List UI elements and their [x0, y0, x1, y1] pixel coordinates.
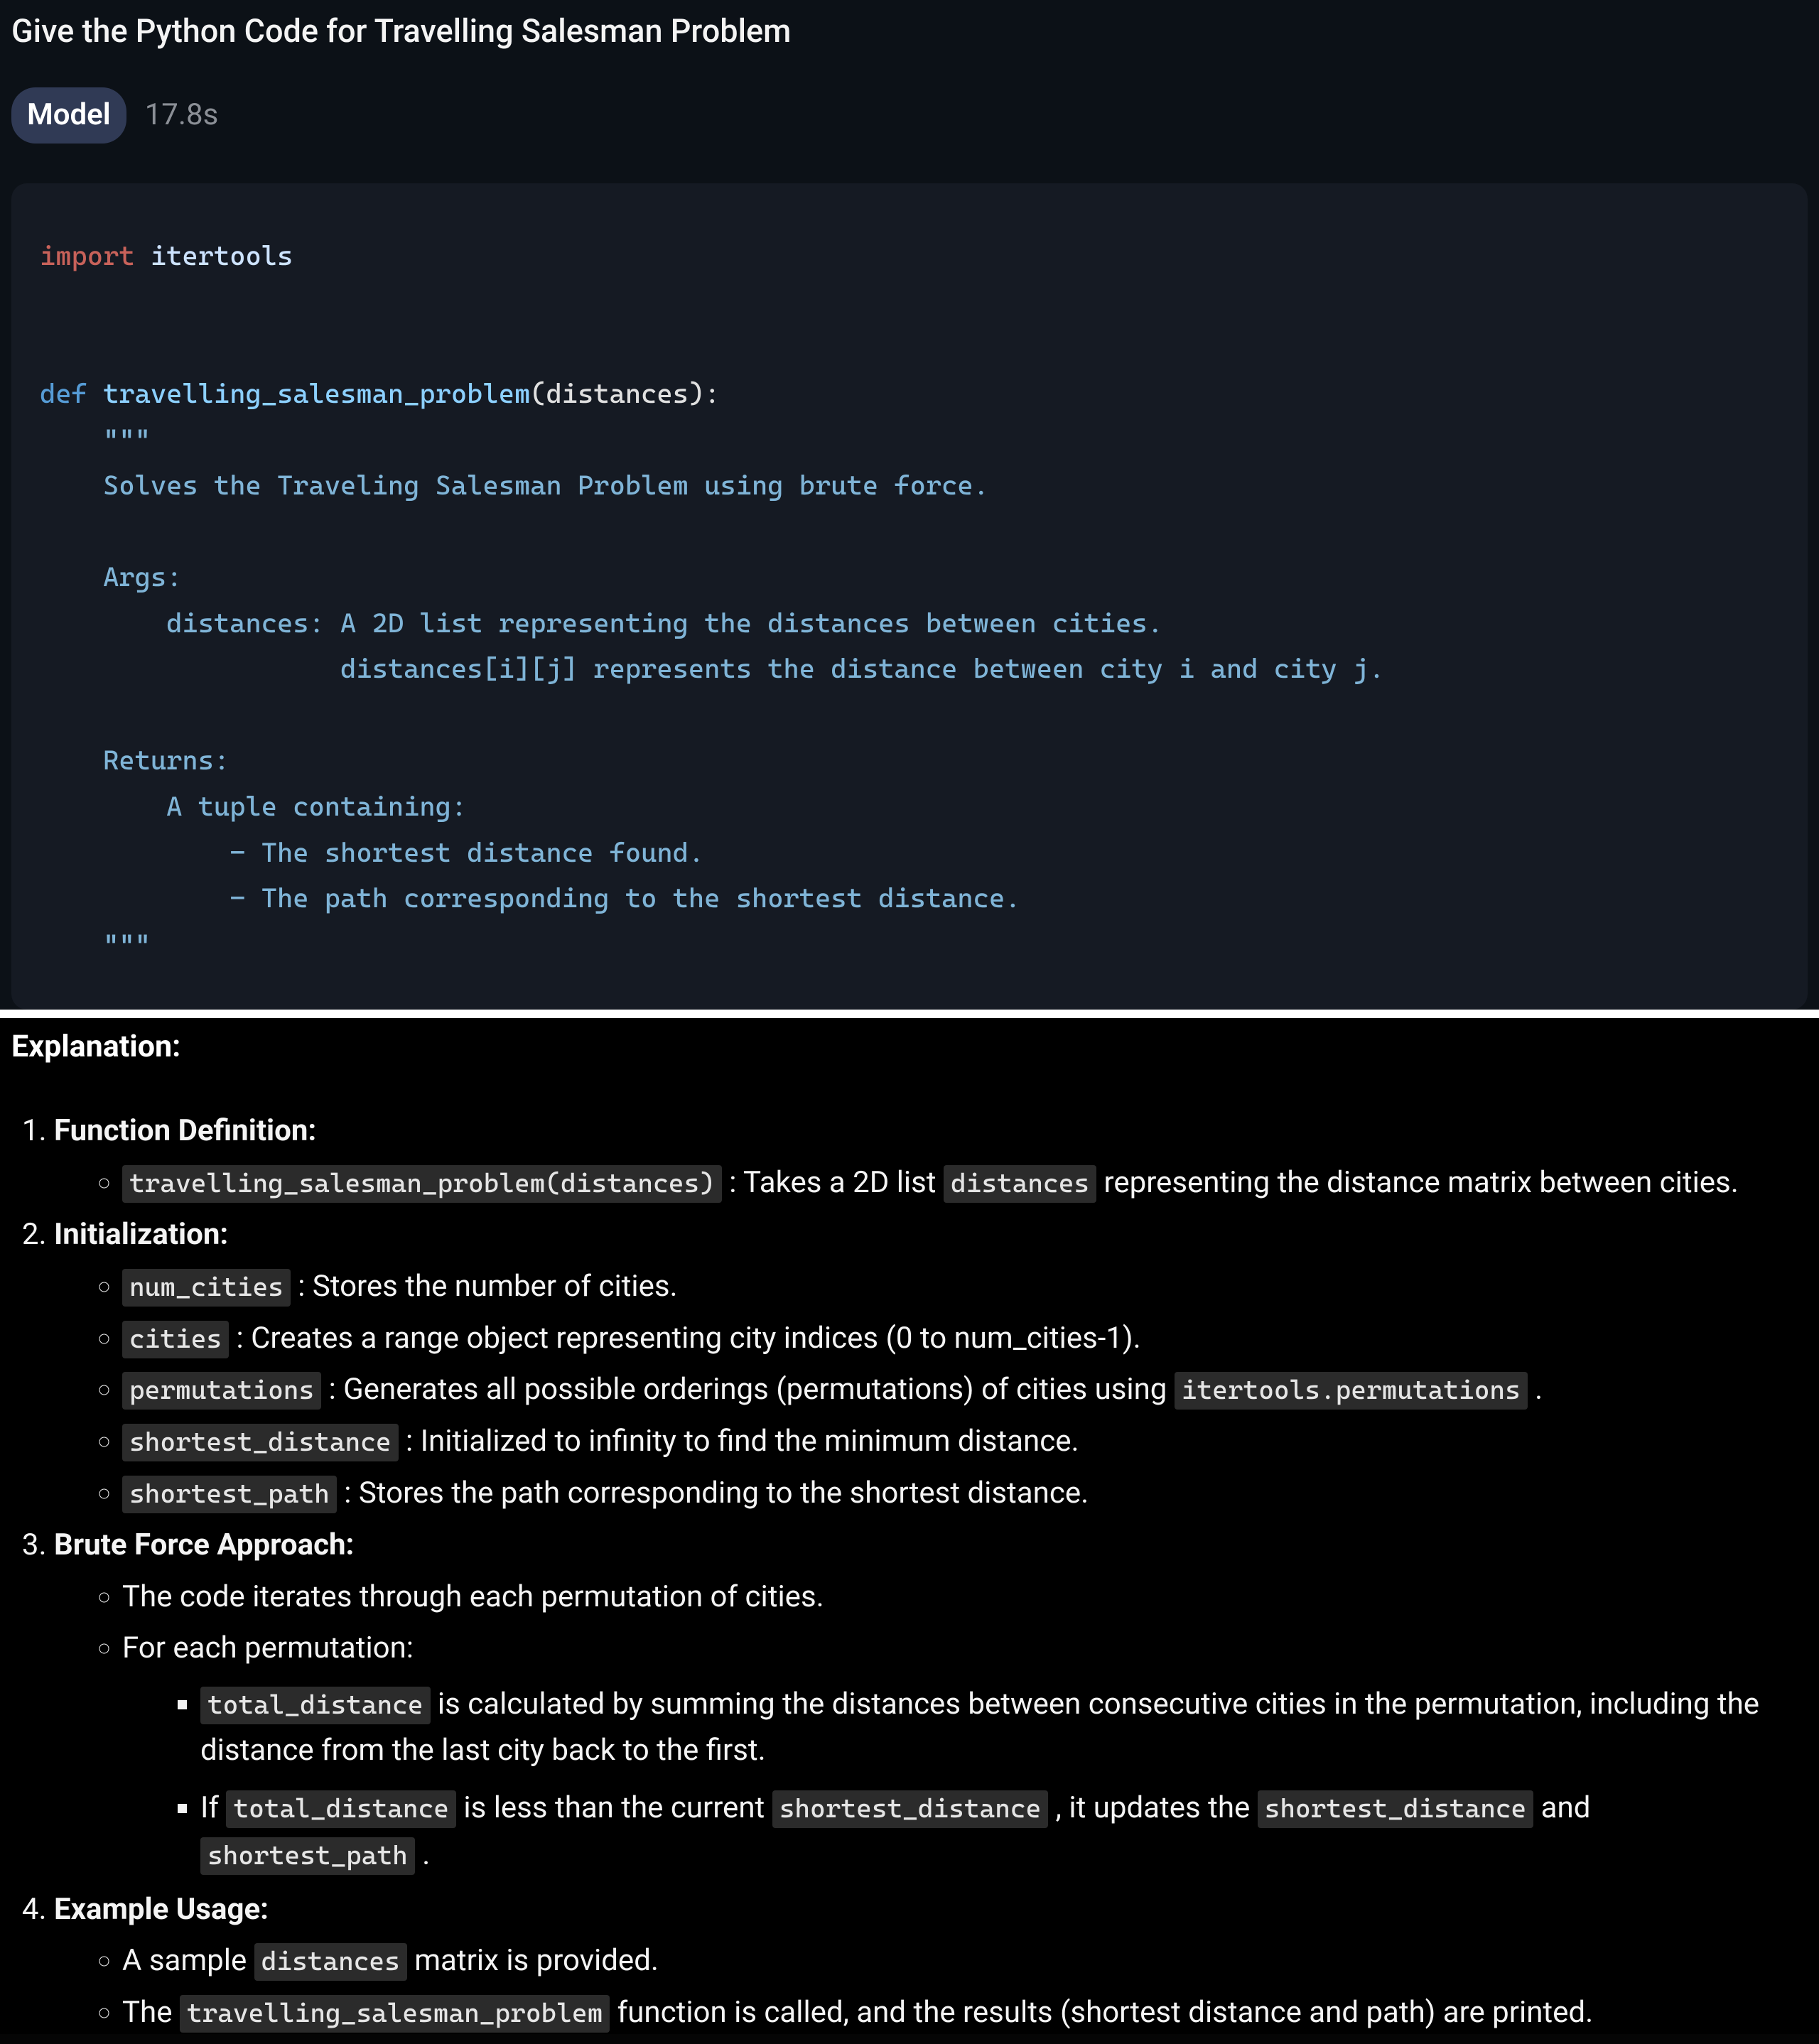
inline-code: shortest_distance	[772, 1790, 1049, 1828]
inline-code: itertools.permutations	[1175, 1372, 1528, 1410]
square-list-item: total_distance is calculated by summing …	[200, 1681, 1808, 1773]
text: is less than the current	[456, 1790, 772, 1825]
text: The code iterates through each permutati…	[122, 1579, 824, 1614]
code-import-module: itertools	[135, 240, 293, 271]
explanation-header: Explanation:	[11, 1018, 1808, 1110]
inline-code: permutations	[122, 1372, 321, 1410]
text: A sample	[122, 1943, 254, 1978]
square-list-item: If total_distance is less than the curre…	[200, 1785, 1808, 1877]
code-doc-args-hdr: Args:	[40, 561, 182, 593]
code-doc-ret-l2: - The shortest distance found.	[40, 837, 704, 868]
list-item: Brute Force Approach: The code iterates …	[54, 1525, 1808, 1878]
sub-list-item: travelling_salesman_problem(distances) :…	[122, 1162, 1808, 1204]
model-badge[interactable]: Model	[11, 87, 126, 144]
sub-list-item: num_cities : Stores the number of cities…	[122, 1266, 1808, 1308]
code-kw-def: def	[40, 378, 87, 409]
code-doc-ret-l1: A tuple containing:	[40, 791, 467, 822]
inline-code: num_cities	[122, 1269, 291, 1307]
top-pane: Give the Python Code for Travelling Sale…	[0, 0, 1819, 1010]
sub-list: travelling_salesman_problem(distances) :…	[54, 1162, 1808, 1204]
list-item: Function Definition: travelling_salesman…	[54, 1110, 1808, 1204]
pane-divider	[0, 1010, 1819, 1018]
sub-list-item: For each permutation: total_distance is …	[122, 1628, 1808, 1877]
sub-list-item: shortest_distance : Initialized to infin…	[122, 1421, 1808, 1463]
sub-list: The code iterates through each permutati…	[54, 1577, 1808, 1878]
text: For each permutation:	[122, 1631, 414, 1665]
code-doc-ret-l3: - The path corresponding to the shortest…	[40, 882, 1020, 914]
sub-list-item: cities : Creates a range object represen…	[122, 1318, 1808, 1360]
code-fn-params: (distances):	[530, 378, 720, 409]
code-doc-args-l1: distances: A 2D list representing the di…	[40, 607, 1163, 639]
text: matrix is provided.	[407, 1943, 659, 1978]
sub-list-item: permutations : Generates all possible or…	[122, 1369, 1808, 1411]
sub-list-item: The travelling_salesman_problem function…	[122, 1992, 1808, 2034]
inline-code: total_distance	[226, 1790, 456, 1828]
sub-list: num_cities : Stores the number of cities…	[54, 1266, 1808, 1515]
inline-code: cities	[122, 1321, 229, 1358]
text: If	[200, 1790, 226, 1825]
inline-code: shortest_path	[122, 1476, 337, 1513]
code-fn-name: travelling_salesman_problem	[87, 378, 530, 409]
text: The	[122, 1995, 180, 2030]
list-item-heading: Function Definition:	[54, 1113, 316, 1148]
list-item-heading: Example Usage:	[54, 1892, 269, 1927]
sub-list-item: The code iterates through each permutati…	[122, 1577, 1808, 1618]
inline-code: shortest_path	[200, 1837, 415, 1875]
text: : Generates all possible orderings (perm…	[321, 1372, 1175, 1407]
text: .	[415, 1837, 431, 1872]
text: : Stores the path corresponding to the s…	[337, 1476, 1089, 1510]
text: : Takes a 2D list	[722, 1165, 944, 1200]
sub-list: A sample distances matrix is provided. T…	[54, 1940, 1808, 2034]
list-item-heading: Initialization:	[54, 1217, 228, 1252]
code-block[interactable]: import itertools def travelling_salesman…	[11, 183, 1808, 1010]
list-item: Example Usage: A sample distances matrix…	[54, 1889, 1808, 2034]
model-meta-row: Model 17.8s	[11, 87, 1808, 183]
code-doc-ret-hdr: Returns:	[40, 745, 230, 776]
inline-code: shortest_distance	[122, 1424, 399, 1461]
text: : Initialized to infinity to find the mi…	[399, 1424, 1079, 1459]
text: and	[1533, 1790, 1590, 1825]
text: representing the distance matrix between…	[1096, 1165, 1739, 1200]
inline-code: distances	[254, 1943, 407, 1981]
code-docstring-close: """	[40, 929, 151, 960]
sub-list-item: shortest_path : Stores the path correspo…	[122, 1473, 1808, 1515]
code-doc-line: Solves the Traveling Salesman Problem us…	[40, 470, 989, 501]
inline-code: distances	[944, 1165, 1096, 1203]
list-item: Initialization: num_cities : Stores the …	[54, 1214, 1808, 1515]
code-docstring-open: """	[40, 423, 151, 455]
prompt-title: Give the Python Code for Travelling Sale…	[11, 0, 1808, 87]
inline-code: travelling_salesman_problem	[180, 1995, 610, 2033]
inline-code: shortest_distance	[1258, 1790, 1534, 1828]
code-kw-import: import	[40, 240, 135, 271]
inline-code: total_distance	[200, 1687, 431, 1724]
explanation-pane: Explanation: Function Definition: travel…	[0, 1018, 1819, 2034]
code-doc-args-l2: distances[i][j] represents the distance …	[40, 653, 1385, 684]
sub-list-item: A sample distances matrix is provided.	[122, 1940, 1808, 1982]
text: , it updates the	[1048, 1790, 1257, 1825]
explanation-list: Function Definition: travelling_salesman…	[11, 1110, 1808, 2034]
list-item-heading: Brute Force Approach:	[54, 1527, 354, 1562]
text: is calculated by summing the distances b…	[200, 1687, 1759, 1768]
text: : Stores the number of cities.	[291, 1269, 678, 1304]
text: .	[1528, 1372, 1543, 1407]
inline-code: travelling_salesman_problem(distances)	[122, 1165, 722, 1203]
text: function is called, and the results (sho…	[610, 1995, 1593, 2030]
square-sub-list: total_distance is calculated by summing …	[122, 1681, 1808, 1877]
model-latency: 17.8s	[145, 94, 219, 136]
text: : Creates a range object representing ci…	[229, 1321, 1141, 1356]
